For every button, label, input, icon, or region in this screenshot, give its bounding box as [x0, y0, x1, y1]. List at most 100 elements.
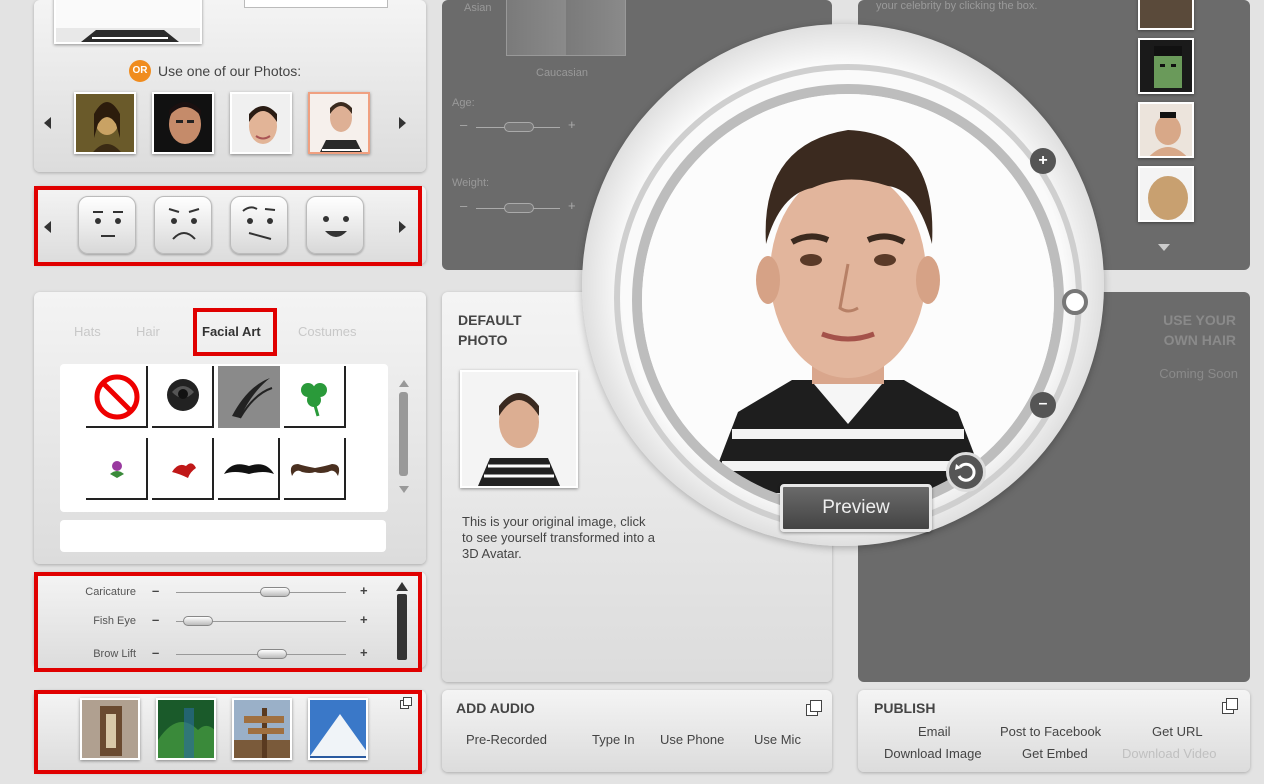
preview-avatar-image[interactable]: [632, 84, 1064, 516]
celebrity-frankenstein[interactable]: [1138, 38, 1194, 94]
publish-get-url[interactable]: Get URL: [1152, 724, 1203, 739]
photo-default-man[interactable]: [308, 92, 370, 154]
tab-hats[interactable]: Hats: [74, 324, 101, 339]
default-photo-description-line3: 3D Avatar.: [462, 546, 522, 561]
photo-mona-lisa[interactable]: [74, 92, 136, 154]
accessory-thistle[interactable]: [86, 438, 148, 500]
accessory-shamrock[interactable]: [284, 366, 346, 428]
publish-download-image[interactable]: Download Image: [884, 746, 982, 761]
celebrity-blank-head[interactable]: [1138, 166, 1194, 222]
publish-get-embed[interactable]: Get Embed: [1022, 746, 1088, 761]
backgrounds-panel: [34, 690, 426, 772]
accessory-tribal[interactable]: [218, 366, 280, 428]
sliders-scrollbar[interactable]: [394, 582, 408, 668]
accessories-panel: Hats Hair Facial Art Costumes: [34, 292, 426, 564]
age-label: Age:: [452, 97, 475, 109]
publish-expand-icon[interactable]: [1222, 698, 1238, 714]
zoom-in-icon[interactable]: +: [1030, 148, 1056, 174]
publish-title: PUBLISH: [874, 700, 936, 716]
default-photo-title-line2: PHOTO: [458, 332, 508, 348]
zoom-slider-knob[interactable]: [1062, 289, 1088, 315]
own-hair-title-line1: USE YOUR: [1163, 312, 1236, 328]
celebrity-1[interactable]: [1138, 0, 1194, 30]
ethnicity-box[interactable]: [506, 0, 626, 56]
asian-label: Asian: [464, 2, 492, 14]
accessory-text-field[interactable]: [60, 520, 386, 552]
expressions-prev-arrow[interactable]: [44, 221, 51, 233]
photo-chooser-panel: OR Use one of our Photos:: [34, 0, 426, 172]
expression-happy[interactable]: [306, 196, 364, 254]
brow-lift-knob[interactable]: [257, 649, 288, 659]
fish-eye-label: Fish Eye: [93, 615, 136, 627]
tab-facial-art[interactable]: Facial Art: [202, 324, 261, 339]
background-signpost[interactable]: [232, 698, 292, 760]
backgrounds-expand-icon[interactable]: [400, 696, 412, 709]
accessory-mustache[interactable]: [218, 438, 280, 500]
celebrity-hint: your celebrity by clicking the box.: [876, 0, 1038, 12]
expression-sad[interactable]: [154, 196, 212, 254]
accessory-grid: [60, 364, 388, 512]
tab-costumes[interactable]: Costumes: [298, 324, 357, 339]
weight-minus[interactable]: –: [460, 198, 467, 213]
own-hair-subtitle: Coming Soon: [1159, 366, 1238, 381]
accessory-none[interactable]: [86, 366, 148, 428]
caucasian-label: Caucasian: [536, 67, 588, 79]
weight-plus[interactable]: +: [568, 198, 576, 213]
uploaded-photo-thumbnail[interactable]: [54, 0, 202, 44]
age-plus[interactable]: +: [568, 117, 576, 132]
age-knob[interactable]: [504, 122, 534, 132]
accessory-handlebar-mustache[interactable]: [284, 438, 346, 500]
expressions-next-arrow[interactable]: [399, 221, 406, 233]
caricature-knob[interactable]: [260, 587, 290, 597]
audio-pre-recorded[interactable]: Pre-Recorded: [466, 732, 547, 747]
tab-hair[interactable]: Hair: [136, 324, 160, 339]
publish-download-video: Download Video: [1122, 746, 1217, 761]
fish-eye-plus[interactable]: +: [360, 612, 368, 627]
age-minus[interactable]: –: [460, 117, 467, 132]
weight-label: Weight:: [452, 177, 490, 189]
background-workshop[interactable]: [80, 698, 140, 760]
photos-prev-arrow[interactable]: [44, 117, 51, 129]
brow-lift-plus[interactable]: +: [360, 645, 368, 660]
audio-use-phone[interactable]: Use Phone: [660, 732, 724, 747]
default-photo-description-line2: to see yourself transformed into a: [462, 530, 655, 545]
default-photo-thumbnail[interactable]: [460, 370, 578, 488]
fish-eye-knob[interactable]: [183, 616, 213, 626]
fish-eye-minus[interactable]: –: [152, 612, 159, 627]
accessory-scrollbar[interactable]: [396, 380, 410, 500]
expression-skeptical[interactable]: [230, 196, 288, 254]
caricature-plus[interactable]: +: [360, 583, 368, 598]
accessory-dragon[interactable]: [152, 438, 214, 500]
own-hair-title-line2: OWN HAIR: [1163, 332, 1236, 348]
audio-expand-icon[interactable]: [806, 700, 822, 716]
default-photo-description-line1: This is your original image, click: [462, 514, 646, 529]
add-audio-panel: ADD AUDIO Pre-Recorded Type In Use Phone…: [442, 690, 832, 772]
sliders-panel: Caricature – + Fish Eye – + Brow Lift – …: [34, 572, 426, 668]
reset-rotate-icon[interactable]: [946, 452, 986, 492]
weight-knob[interactable]: [504, 203, 534, 213]
audio-use-mic[interactable]: Use Mic: [754, 732, 801, 747]
celebrity-sumo[interactable]: [1138, 102, 1194, 158]
upload-field[interactable]: [244, 0, 388, 8]
expression-neutral[interactable]: [78, 196, 136, 254]
celebrity-scroll-down-icon[interactable]: [1158, 244, 1170, 251]
add-audio-title: ADD AUDIO: [456, 700, 535, 716]
caricature-minus[interactable]: –: [152, 583, 159, 598]
zoom-out-icon[interactable]: –: [1030, 392, 1056, 418]
photo-man-smiling[interactable]: [230, 92, 292, 154]
expressions-panel: [34, 186, 426, 264]
brow-lift-minus[interactable]: –: [152, 645, 159, 660]
audio-type-in[interactable]: Type In: [592, 732, 635, 747]
default-photo-title-line1: DEFAULT: [458, 312, 522, 328]
background-jungle[interactable]: [156, 698, 216, 760]
or-badge: OR: [129, 60, 151, 82]
publish-email[interactable]: Email: [918, 724, 951, 739]
publish-panel: PUBLISH Email Post to Facebook Get URL D…: [858, 690, 1250, 772]
photo-man-dark[interactable]: [152, 92, 214, 154]
preview-button[interactable]: Preview: [780, 484, 932, 532]
accessory-rose[interactable]: [152, 366, 214, 428]
publish-post-to-facebook[interactable]: Post to Facebook: [1000, 724, 1101, 739]
background-mountain[interactable]: [308, 698, 368, 760]
use-our-photos-label: Use one of our Photos:: [158, 63, 302, 79]
photos-next-arrow[interactable]: [399, 117, 406, 129]
